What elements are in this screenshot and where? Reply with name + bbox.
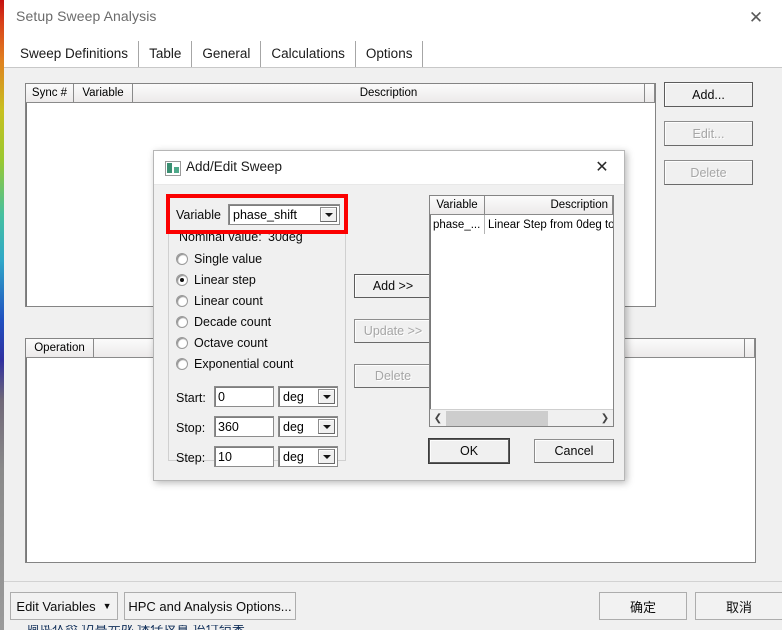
scrollbar-thumb[interactable] bbox=[446, 410, 548, 426]
scrollbar-track[interactable] bbox=[548, 410, 597, 426]
edit-button: Edit... bbox=[664, 121, 753, 146]
table-header-row: Sync # Variable Description bbox=[26, 84, 655, 103]
table-row[interactable]: phase_... Linear Step from 0deg to 360d bbox=[430, 215, 613, 234]
radio-dot-selected bbox=[176, 274, 188, 286]
start-input[interactable]: 0 bbox=[214, 386, 274, 407]
radio-label: Linear step bbox=[194, 273, 256, 287]
add-button[interactable]: Add... bbox=[664, 82, 753, 107]
radio-dot bbox=[176, 358, 188, 370]
nominal-value: 30deg bbox=[268, 230, 303, 244]
clipped-text-row: 调试状态 仿真完成 保存设置 运行结果 bbox=[4, 625, 782, 630]
radio-exponential-count[interactable]: Exponential count bbox=[176, 357, 293, 371]
column-header-description[interactable]: Description bbox=[485, 196, 613, 215]
tab-general[interactable]: General bbox=[192, 40, 262, 67]
radio-label: Linear count bbox=[194, 294, 263, 308]
start-unit-combo[interactable]: deg bbox=[278, 386, 338, 407]
horizontal-scrollbar[interactable]: ❮ ❯ bbox=[430, 409, 613, 426]
stop-unit-combo[interactable]: deg bbox=[278, 416, 338, 437]
step-unit-value: deg bbox=[283, 449, 304, 464]
tab-calculations[interactable]: Calculations bbox=[261, 40, 356, 67]
radio-dot bbox=[176, 316, 188, 328]
variable-label: Variable bbox=[176, 208, 221, 222]
variable-combo[interactable]: phase_shift bbox=[228, 204, 340, 225]
step-label: Step: bbox=[176, 451, 206, 465]
chevron-down-icon: ▼ bbox=[102, 600, 112, 611]
scroll-left-icon[interactable]: ❮ bbox=[430, 410, 446, 426]
radio-label: Single value bbox=[194, 252, 263, 266]
radio-dot bbox=[176, 337, 188, 349]
column-header-variable[interactable]: Variable bbox=[430, 196, 485, 215]
step-input[interactable]: 10 bbox=[214, 446, 274, 467]
scroll-right-icon[interactable]: ❯ bbox=[597, 410, 613, 426]
edit-variables-label: Edit Variables bbox=[16, 598, 96, 614]
stop-label: Stop: bbox=[176, 421, 206, 435]
radio-dot bbox=[176, 295, 188, 307]
dialog-titlebar: Add/Edit Sweep ✕ bbox=[154, 151, 624, 185]
start-label: Start: bbox=[176, 391, 206, 405]
sweep-list-header: Variable Description bbox=[430, 196, 613, 215]
radio-linear-step[interactable]: Linear step bbox=[176, 273, 256, 287]
sweep-list[interactable]: Variable Description phase_... Linear St… bbox=[429, 195, 614, 427]
hpc-analysis-options-button[interactable]: HPC and Analysis Options... bbox=[124, 592, 296, 620]
start-unit-value: deg bbox=[283, 389, 304, 404]
radio-single-value[interactable]: Single value bbox=[176, 252, 262, 266]
dialog-title: Add/Edit Sweep bbox=[186, 159, 283, 174]
edit-variables-button[interactable]: Edit Variables ▼ bbox=[10, 592, 118, 620]
column-header-sync[interactable]: Sync # bbox=[26, 84, 74, 103]
column-header-variable[interactable]: Variable bbox=[74, 84, 133, 103]
chevron-down-icon[interactable] bbox=[320, 207, 337, 222]
column-header-spacer bbox=[645, 84, 655, 103]
app-icon bbox=[165, 161, 181, 176]
radio-dot bbox=[176, 253, 188, 265]
tabstrip: Sweep Definitions Table General Calculat… bbox=[4, 33, 782, 67]
dialog-ok-button[interactable]: OK bbox=[429, 439, 509, 463]
chevron-down-icon[interactable] bbox=[318, 449, 335, 464]
close-icon[interactable]: ✕ bbox=[590, 157, 614, 179]
cancel-button[interactable]: 取消 bbox=[695, 592, 782, 620]
radio-linear-count[interactable]: Linear count bbox=[176, 294, 263, 308]
radio-label: Exponential count bbox=[194, 357, 294, 371]
cell-variable: phase_... bbox=[430, 215, 485, 234]
variable-value: phase_shift bbox=[233, 207, 297, 222]
radio-label: Octave count bbox=[194, 336, 268, 350]
radio-octave-count[interactable]: Octave count bbox=[176, 336, 268, 350]
cell-description: Linear Step from 0deg to 360d bbox=[488, 218, 613, 231]
add-sweep-button[interactable]: Add >> bbox=[354, 274, 432, 298]
column-header-description[interactable]: Description bbox=[133, 84, 645, 103]
color-gradient-strip bbox=[0, 0, 4, 630]
close-icon[interactable]: ✕ bbox=[738, 4, 774, 30]
add-edit-sweep-dialog: Add/Edit Sweep ✕ Variable phase_shift No… bbox=[153, 150, 625, 481]
stop-input[interactable]: 360 bbox=[214, 416, 274, 437]
tab-options[interactable]: Options bbox=[355, 40, 424, 67]
step-unit-combo[interactable]: deg bbox=[278, 446, 338, 467]
dialog-cancel-button[interactable]: Cancel bbox=[534, 439, 614, 463]
delete-button: Delete bbox=[664, 160, 753, 185]
delete-sweep-button: Delete bbox=[354, 364, 432, 388]
chevron-down-icon[interactable] bbox=[318, 389, 335, 404]
ok-button[interactable]: 确定 bbox=[599, 592, 687, 620]
column-header-operation[interactable]: Operation bbox=[26, 339, 94, 358]
nominal-value-label: Nominal value: bbox=[179, 230, 262, 244]
column-header-operation-spacer bbox=[745, 339, 755, 358]
app-root: Setup Sweep Analysis ✕ Sweep Definitions… bbox=[0, 0, 782, 630]
radio-label: Decade count bbox=[194, 315, 272, 329]
update-sweep-button: Update >> bbox=[354, 319, 432, 343]
radio-decade-count[interactable]: Decade count bbox=[176, 315, 271, 329]
page-title: Setup Sweep Analysis bbox=[16, 8, 157, 24]
clipped-text: 调试状态 仿真完成 保存设置 运行结果 bbox=[26, 625, 245, 630]
chevron-down-icon[interactable] bbox=[318, 419, 335, 434]
bottom-bar: Edit Variables ▼ HPC and Analysis Option… bbox=[4, 581, 782, 630]
tab-sweep-definitions[interactable]: Sweep Definitions bbox=[12, 40, 140, 67]
window-titlebar: Setup Sweep Analysis ✕ bbox=[4, 0, 782, 34]
tab-table[interactable]: Table bbox=[139, 40, 193, 67]
stop-unit-value: deg bbox=[283, 419, 304, 434]
